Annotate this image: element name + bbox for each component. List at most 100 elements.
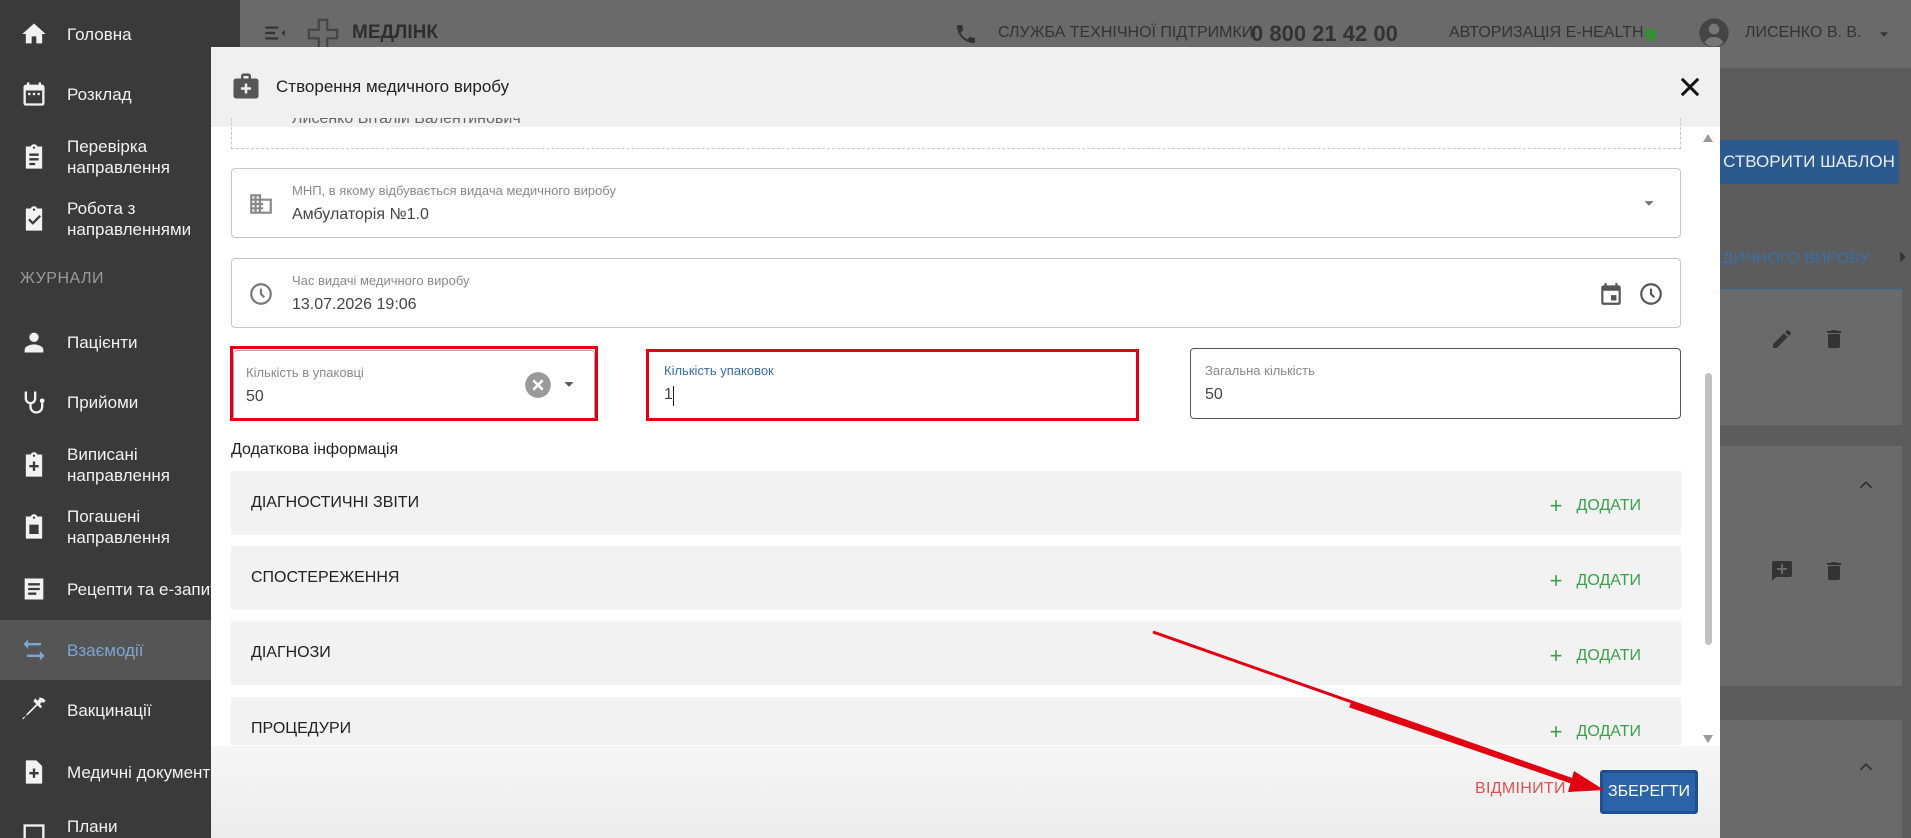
background-card: [1712, 290, 1902, 425]
scroll-down-arrow-icon[interactable]: [1702, 734, 1714, 744]
list-icon: [24, 578, 44, 600]
physician-field-value: Лисенко Віталій Валентинович: [292, 118, 521, 127]
add-button-label: ДОДАТИ: [1576, 572, 1641, 589]
sidebar-section-journals: ЖУРНАЛИ: [20, 270, 105, 287]
sidebar: Головна Розклад Перевірка направлення Ро…: [0, 0, 240, 838]
additional-info-label: Додаткова інформація: [231, 441, 399, 458]
add-button-label: ДОДАТИ: [1576, 647, 1641, 664]
sidebar-item-home[interactable]: Головна: [0, 14, 240, 54]
edit-icon[interactable]: [1770, 327, 1794, 351]
add-button-label: ДОДАТИ: [1576, 723, 1641, 740]
section-title: СПОСТЕРЕЖЕННЯ: [251, 569, 400, 586]
clipboard-plus-icon: [25, 452, 43, 477]
clipboard-done-icon: [25, 514, 43, 539]
sidebar-item-prescriptions[interactable]: Рецепти та е-запити: [0, 567, 240, 611]
delete-icon[interactable]: [1822, 559, 1846, 583]
section-title: ДІАГНОСТИЧНІ ЗВІТИ: [251, 494, 420, 511]
close-icon[interactable]: [1676, 73, 1704, 101]
stethoscope-icon: [24, 391, 45, 414]
sidebar-item-patients[interactable]: Пацієнти: [0, 322, 240, 362]
sidebar-item-label: Робота з направленнями: [67, 199, 192, 239]
sidebar-item-label: Взаємодії: [67, 640, 144, 660]
calendar-icon: [23, 82, 45, 106]
mnp-value: Амбулаторія №1.0: [292, 206, 429, 223]
calendar-icon[interactable]: [1598, 281, 1624, 307]
issue-time-value: 13.07.2026 19:06: [292, 296, 417, 313]
chevron-down-icon[interactable]: [1874, 24, 1894, 44]
sidebar-item-label: Плани: [67, 817, 118, 836]
plan-icon: [23, 824, 45, 838]
sidebar-item-referral-check[interactable]: Перевірка направлення: [0, 135, 240, 179]
total-qty-field[interactable]: Загальна кількість 50: [1190, 348, 1681, 419]
chevron-up-icon[interactable]: [1855, 756, 1877, 778]
add-button-label: ДОДАТИ: [1576, 497, 1641, 514]
clock-icon[interactable]: [1638, 281, 1664, 307]
sidebar-item-issued-referrals[interactable]: Виписані направлення: [0, 443, 240, 487]
background-card: [1712, 720, 1902, 838]
ehealth-auth-label: АВТОРИЗАЦІЯ E-HEALTH: [1449, 24, 1644, 41]
user-name[interactable]: ЛИСЕНКО В. В.: [1745, 24, 1862, 42]
sidebar-item-label: Рецепти та е-запити: [67, 579, 228, 599]
chevron-up-icon[interactable]: [1855, 474, 1877, 496]
section-title: ПРОЦЕДУРИ: [251, 720, 352, 737]
scroll-up-arrow-icon[interactable]: [1702, 133, 1714, 143]
plus-icon: +: [1549, 493, 1563, 518]
physician-field[interactable]: Лисенко Віталій Валентинович: [231, 118, 1681, 149]
mnp-label: МНП, в якому відбувається видача медично…: [292, 183, 616, 198]
add-button[interactable]: + ДОДАТИ: [1550, 719, 1641, 745]
sidebar-item-referrals-work[interactable]: Робота з направленнями: [0, 197, 240, 241]
plus-icon: +: [1549, 719, 1563, 744]
clipboard-icon: [25, 206, 43, 231]
save-button[interactable]: ЗБЕРЕГТИ: [1600, 770, 1698, 814]
add-button[interactable]: + ДОДАТИ: [1550, 493, 1641, 519]
section-title: ДІАГНОЗИ: [251, 644, 331, 661]
sidebar-item-label: Вакцинації: [67, 700, 152, 720]
sidebar-item-label: Прийоми: [67, 392, 139, 412]
menu-collapse-icon[interactable]: [262, 20, 288, 46]
medical-kit-icon: [233, 73, 259, 99]
tab-medical-device[interactable]: ЕДИЧНОГО ВИРОБУ: [1712, 240, 1902, 292]
add-comment-icon[interactable]: [1770, 559, 1794, 583]
cancel-button[interactable]: ВІДМІНИТИ: [1475, 780, 1566, 798]
sidebar-item-interactions[interactable]: Взаємодії: [0, 620, 240, 680]
sidebar-item-schedule[interactable]: Розклад: [0, 74, 240, 114]
sidebar-item-label: Розклад: [67, 84, 132, 104]
create-template-button[interactable]: СТВОРИТИ ШАБЛОН: [1719, 140, 1899, 184]
chevron-down-icon[interactable]: [1638, 192, 1660, 214]
sidebar-item-vaccinations[interactable]: Вакцинації: [0, 690, 240, 730]
section-observations[interactable]: СПОСТЕРЕЖЕННЯ + ДОДАТИ: [231, 546, 1681, 610]
mnp-select[interactable]: МНП, в якому відбувається видача медично…: [231, 168, 1681, 238]
sidebar-item-label: Медичні документи: [67, 762, 220, 782]
avatar-icon[interactable]: [1698, 17, 1730, 49]
clock-icon: [250, 283, 272, 305]
sidebar-item-appointments[interactable]: Прийоми: [0, 382, 240, 422]
clipboard-check-icon: [25, 144, 43, 169]
auth-status-dot: [1644, 28, 1657, 41]
add-button[interactable]: + ДОДАТИ: [1550, 643, 1641, 669]
sidebar-item-medical-docs[interactable]: Медичні документи: [0, 750, 240, 794]
plus-icon: +: [1549, 568, 1563, 593]
issue-time-label: Час видачі медичного виробу: [292, 273, 470, 288]
section-diagnostic-reports[interactable]: ДІАГНОСТИЧНІ ЗВІТИ + ДОДАТИ: [231, 471, 1681, 535]
section-diagnoses[interactable]: ДІАГНОЗИ + ДОДАТИ: [231, 621, 1681, 685]
issue-time-field[interactable]: Час видачі медичного виробу 13.07.2026 1…: [231, 258, 1681, 328]
dialog-title: Створення медичного виробу: [276, 77, 510, 96]
syringe-icon: [22, 697, 46, 720]
scrollbar-thumb[interactable]: [1705, 373, 1712, 645]
support-label: СЛУЖБА ТЕХНІЧНОЇ ПІДТРИМКИ: [998, 24, 1254, 41]
sidebar-item-label: Перевірка направлення: [67, 137, 170, 177]
home-icon: [22, 23, 46, 44]
phone-icon: [957, 25, 975, 43]
document-plus-icon: [25, 760, 43, 784]
sidebar-item-label: Головна: [67, 24, 132, 44]
person-icon: [24, 332, 44, 353]
chevron-right-icon[interactable]: [1892, 246, 1911, 268]
delete-icon[interactable]: [1822, 327, 1846, 351]
sidebar-item-plans[interactable]: Плани: [0, 812, 240, 838]
dialog-header: Створення медичного виробу: [211, 47, 1720, 127]
total-qty-label: Загальна кількість: [1205, 363, 1315, 378]
add-button[interactable]: + ДОДАТИ: [1550, 568, 1641, 594]
section-procedures[interactable]: ПРОЦЕДУРИ + ДОДАТИ: [231, 697, 1681, 745]
highlight-box: [230, 346, 598, 421]
sidebar-item-redeemed-referrals[interactable]: Погашені направлення: [0, 505, 240, 549]
